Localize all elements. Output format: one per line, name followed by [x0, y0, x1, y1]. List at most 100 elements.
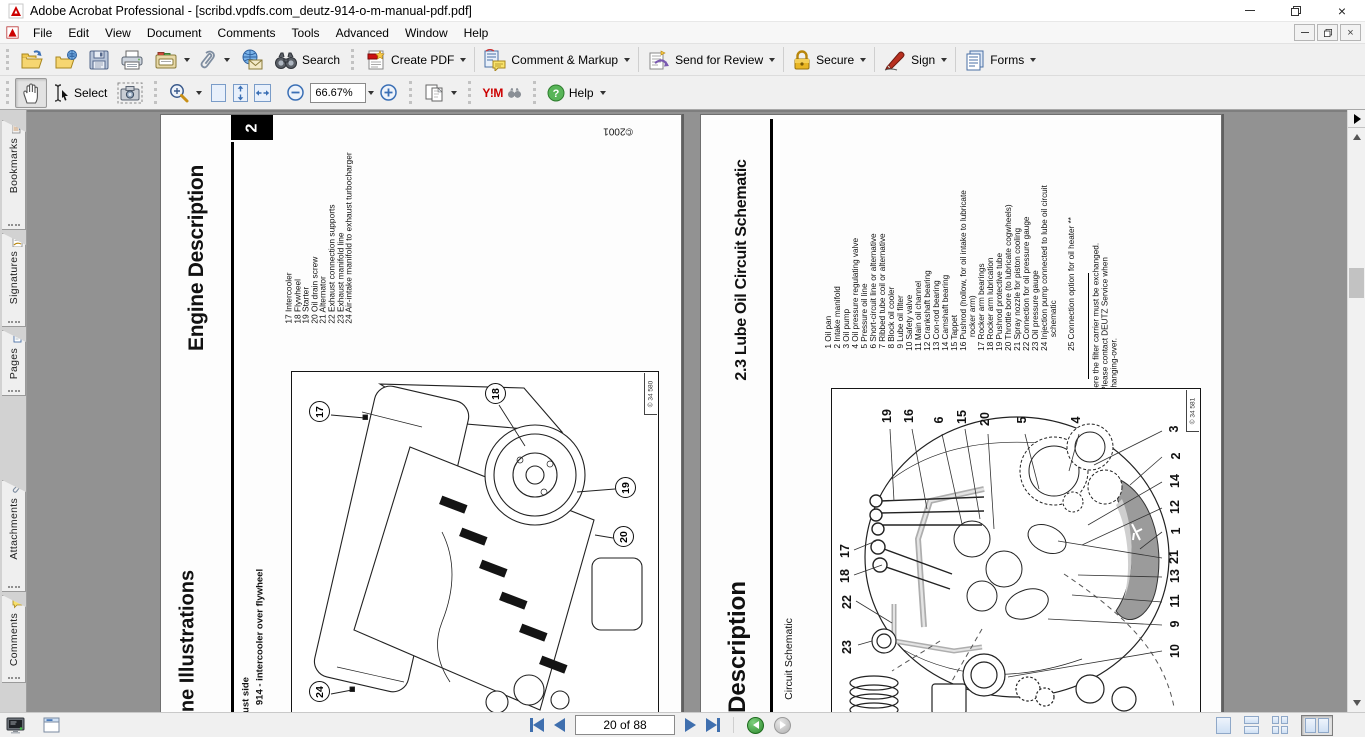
help-button[interactable]: ? Help [542, 81, 611, 105]
document-area: 2 Engine Description ©2001 17 Intercoole… [27, 110, 1347, 712]
secure-button[interactable]: Secure [787, 46, 871, 74]
sign-pen-icon [883, 49, 907, 71]
select-tool-button[interactable]: Select [47, 79, 112, 107]
forms-button[interactable]: Forms [959, 46, 1041, 74]
doc-close-button[interactable]: × [1340, 24, 1361, 41]
restore-button[interactable] [1273, 0, 1319, 21]
save-icon [88, 49, 110, 71]
create-pdf-button[interactable]: Create PDF [360, 46, 471, 74]
menu-tools[interactable]: Tools [284, 23, 328, 43]
snapshot-tool-button[interactable] [112, 79, 148, 107]
scrollbar-thumb[interactable] [1349, 268, 1364, 298]
menu-window[interactable]: Window [397, 23, 456, 43]
single-page-button[interactable] [1216, 717, 1231, 734]
email-button[interactable] [235, 46, 269, 74]
zoom-level-field[interactable] [310, 83, 366, 103]
actual-size-button[interactable] [207, 81, 229, 105]
help-icon: ? [547, 84, 565, 102]
menu-comments[interactable]: Comments [210, 23, 284, 43]
scroll-up-button[interactable] [1348, 128, 1365, 146]
tab-pages[interactable]: Pages [2, 330, 26, 396]
pdf-page-right[interactable]: 2.3 Lube Oil Circuit Schematic 1 Oil pan… [700, 114, 1222, 712]
fullscreen-icon[interactable] [6, 717, 25, 734]
page-layout-controls [1216, 713, 1333, 737]
view-toolbar: Select [0, 76, 1365, 110]
toolbar-grip[interactable] [533, 81, 538, 104]
open-button[interactable] [15, 46, 49, 74]
hand-tool-button[interactable] [15, 78, 47, 108]
menu-advanced[interactable]: Advanced [328, 23, 397, 43]
page-number-field[interactable] [575, 715, 675, 735]
tab-comments[interactable]: Comments [2, 595, 26, 683]
yim-binoculars-icon [507, 86, 522, 99]
acrobat-app-icon [8, 3, 24, 19]
pdf-page-left[interactable]: 2 Engine Description ©2001 17 Intercoole… [160, 114, 682, 712]
tab-signatures[interactable]: Signatures [2, 233, 26, 327]
zoom-tool-button[interactable] [163, 79, 207, 107]
previous-page-button[interactable] [554, 718, 565, 732]
next-page-button[interactable] [685, 718, 696, 732]
comment-markup-label: Comment & Markup [511, 53, 618, 67]
doc-restore-button[interactable] [1317, 24, 1338, 41]
toolbar-grip[interactable] [409, 81, 414, 104]
toolbar-grip[interactable] [351, 49, 356, 71]
pages-icon [12, 333, 23, 344]
yim-search-button[interactable]: Y!M [477, 83, 527, 103]
facing-button[interactable] [1301, 715, 1333, 736]
signatures-icon [12, 236, 23, 247]
lube-oil-schematic-figure: © 34 581 19 16 6 15 20 5 4 3 2 14 12 1 2… [831, 388, 1201, 712]
sign-button[interactable]: Sign [878, 46, 952, 74]
zoom-in-button[interactable] [374, 80, 403, 105]
menu-help[interactable]: Help [456, 23, 497, 43]
toolbar-grip[interactable] [6, 49, 11, 71]
organizer-button[interactable] [149, 46, 195, 74]
open-web-button[interactable] [49, 46, 83, 74]
callout-18: 18 [485, 383, 506, 404]
tab-bookmarks[interactable]: Bookmarks [2, 120, 26, 230]
minimize-button[interactable] [1227, 0, 1273, 21]
menu-view[interactable]: View [97, 23, 139, 43]
create-pdf-label: Create PDF [391, 53, 454, 67]
continuous-facing-button[interactable] [1272, 716, 1288, 734]
comment-markup-icon [483, 49, 507, 71]
attach-button[interactable] [195, 46, 235, 74]
close-button[interactable]: × [1319, 0, 1365, 21]
page-display-button[interactable] [418, 79, 462, 107]
callout-3: 3 [1167, 426, 1181, 433]
search-button[interactable]: Search [269, 47, 345, 73]
previous-view-button[interactable] [747, 717, 764, 734]
pane-icon[interactable] [43, 717, 60, 733]
zoom-out-button[interactable] [281, 80, 310, 105]
send-for-review-label: Send for Review [675, 53, 763, 67]
menu-edit[interactable]: Edit [60, 23, 97, 43]
continuous-button[interactable] [1244, 716, 1259, 734]
menu-file[interactable]: File [25, 23, 60, 43]
pane-toggle-button[interactable] [1348, 110, 1365, 128]
send-for-review-button[interactable]: Send for Review [642, 46, 780, 74]
toolbar-grip[interactable] [6, 81, 11, 104]
tab-grip-dots [8, 224, 20, 226]
next-view-button[interactable] [774, 717, 791, 734]
toolbar-grip[interactable] [154, 81, 159, 104]
doc-minimize-button[interactable] [1294, 24, 1315, 41]
send-for-review-caret [769, 58, 775, 62]
vertical-scrollbar [1347, 110, 1365, 712]
sign-label: Sign [911, 53, 935, 67]
callout-23: 23 [840, 640, 854, 654]
acrobat-window: Adobe Acrobat Professional - [scribd.vpd… [0, 0, 1365, 737]
tab-comments-label: Comments [8, 613, 20, 666]
fit-page-button[interactable] [229, 81, 251, 105]
tab-attachments[interactable]: Attachments [2, 480, 26, 592]
print-button[interactable] [115, 46, 149, 74]
comment-markup-button[interactable]: Comment & Markup [478, 46, 635, 74]
first-page-button[interactable] [530, 718, 544, 732]
save-button[interactable] [83, 46, 115, 74]
fit-width-button[interactable] [251, 81, 273, 105]
zoom-in-icon [379, 83, 398, 102]
last-page-button[interactable] [706, 718, 720, 732]
menu-document[interactable]: Document [139, 23, 210, 43]
toolbar-grip[interactable] [468, 81, 473, 104]
menu-bar: File Edit View Document Comments Tools A… [0, 22, 1365, 44]
svg-text:?: ? [552, 88, 559, 100]
scroll-down-button[interactable] [1348, 694, 1365, 712]
